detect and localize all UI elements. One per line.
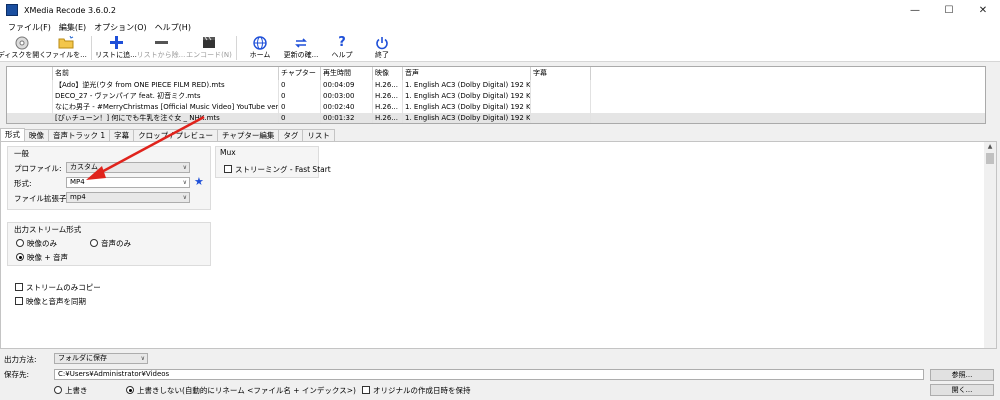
minus-icon (154, 35, 168, 50)
power-icon (375, 35, 389, 50)
column-subtitle[interactable]: 字幕 (531, 67, 591, 80)
tab-tag[interactable]: タグ (278, 129, 304, 141)
maximize-button[interactable]: ☐ (932, 0, 966, 20)
menu-options[interactable]: オプション(O) (90, 22, 151, 33)
save-to-label: 保存先: (4, 370, 30, 379)
table-row[interactable]: DECO_27 - ヴァンパイア feat. 初音ミク.mts 0 00:03:… (7, 91, 985, 102)
scroll-up-icon[interactable]: ▲ (984, 142, 996, 152)
menu-edit[interactable]: 編集(E) (55, 22, 90, 33)
sync-av-label: 映像と音声を同期 (26, 297, 86, 306)
open-disc-button[interactable]: ディスクを開く (0, 34, 46, 62)
audio-only-label: 音声のみ (101, 239, 131, 248)
refresh-icon (294, 35, 308, 50)
column-video[interactable]: 映像 (373, 67, 403, 80)
toolbar: ディスクを開く ファイルを... リストに追... リストから除... エンコー… (0, 34, 1000, 62)
video-only-radio[interactable] (16, 239, 24, 247)
table-row[interactable]: なにわ男子 - #MerryChristmas [Official Music … (7, 102, 985, 113)
plus-icon (109, 35, 123, 50)
add-to-list-button[interactable]: リストに追... (95, 34, 137, 62)
streaming-label: ストリーミング - Fast Start (235, 165, 331, 174)
chevron-down-icon: ∨ (182, 194, 187, 201)
home-button[interactable]: ホーム (240, 34, 280, 62)
encode-button[interactable]: エンコード(N) (185, 34, 233, 62)
output-stream-group: 出力ストリーム形式 映像のみ 音声のみ 映像 + 音声 (7, 222, 211, 266)
video-audio-label: 映像 + 音声 (27, 253, 69, 262)
mux-group: Mux ストリーミング - Fast Start (215, 146, 331, 178)
open-file-button[interactable]: ファイルを... (44, 34, 88, 62)
file-list-header: 名前 チャプター 再生時間 映像 音声 字幕 (7, 67, 985, 80)
column-audio[interactable]: 音声 (403, 67, 531, 80)
tab-video[interactable]: 映像 (24, 129, 49, 141)
keep-date-checkbox[interactable] (362, 386, 370, 394)
open-button[interactable]: 開く... (930, 384, 994, 396)
panel-scrollbar[interactable]: ▲ (984, 142, 996, 348)
stream-copy-label: ストリームのみコピー (26, 283, 101, 292)
no-overwrite-label: 上書きしない(自動的にリネーム <ファイル名 + インデックス>) (137, 386, 356, 395)
no-overwrite-radio[interactable] (126, 386, 134, 394)
chevron-down-icon: ∨ (140, 355, 145, 362)
overwrite-radio[interactable] (54, 386, 62, 394)
disc-icon (15, 35, 29, 50)
profile-label: プロファイル: (14, 164, 62, 173)
check-update-button[interactable]: 更新の確... (280, 34, 322, 62)
streaming-checkbox[interactable] (224, 165, 232, 173)
extension-select[interactable]: mp4 ∨ (66, 192, 190, 203)
exit-button[interactable]: 終了 (362, 34, 402, 62)
stream-copy-checkbox[interactable] (15, 283, 23, 291)
menu-help[interactable]: ヘルプ(H) (151, 22, 195, 33)
audio-only-radio[interactable] (90, 239, 98, 247)
video-only-label: 映像のみ (27, 239, 57, 248)
video-audio-radio[interactable] (16, 253, 24, 261)
column-chapter[interactable]: チャプター (279, 67, 321, 80)
help-button[interactable]: ? ヘルプ (322, 34, 362, 62)
mux-group-title: Mux (220, 148, 236, 157)
tab-list[interactable]: リスト (302, 129, 335, 141)
general-group-title: 一般 (14, 149, 29, 158)
column-name[interactable]: 名前 (53, 67, 279, 80)
app-icon (6, 4, 18, 16)
folder-icon (58, 35, 74, 50)
extension-label: ファイル拡張子: (14, 194, 70, 203)
sync-av-checkbox[interactable] (15, 297, 23, 305)
output-method-label: 出力方法: (4, 355, 37, 364)
overwrite-label: 上書き (65, 386, 88, 395)
tab-chapter-edit[interactable]: チャプター編集 (216, 129, 280, 141)
tab-format[interactable]: 形式 (0, 128, 25, 141)
browse-button[interactable]: 参照... (930, 369, 994, 381)
menu-bar: ファイル(F) 編集(E) オプション(O) ヘルプ(H) (0, 20, 1000, 34)
output-settings: 出力方法: フォルダに保存 ∨ 保存先: C:¥Users¥Administra… (0, 349, 1000, 400)
format-label: 形式: (14, 179, 32, 188)
globe-icon (253, 35, 267, 50)
title-bar: XMedia Recode 3.6.0.2 — ☐ ✕ (0, 0, 1000, 20)
remove-from-list-button[interactable]: リストから除... (137, 34, 185, 62)
minimize-button[interactable]: — (898, 0, 932, 20)
menu-file[interactable]: ファイル(F) (4, 22, 55, 33)
output-method-select[interactable]: フォルダに保存 ∨ (54, 353, 148, 364)
question-icon: ? (338, 35, 346, 50)
keep-date-label: オリジナルの作成日時を保持 (373, 386, 471, 395)
save-path-input[interactable]: C:¥Users¥Administrator¥Videos (54, 369, 924, 380)
scrollbar-thumb[interactable] (986, 153, 994, 164)
annotation-arrow (86, 115, 205, 180)
window-title: XMedia Recode 3.6.0.2 (24, 5, 116, 15)
close-button[interactable]: ✕ (966, 0, 1000, 20)
output-stream-group-title: 出力ストリーム形式 (14, 225, 82, 234)
table-row[interactable]: 【Ado】逆光(ウタ from ONE PIECE FILM RED).mts … (7, 80, 985, 91)
clapper-icon (202, 35, 216, 50)
column-duration[interactable]: 再生時間 (321, 67, 373, 80)
